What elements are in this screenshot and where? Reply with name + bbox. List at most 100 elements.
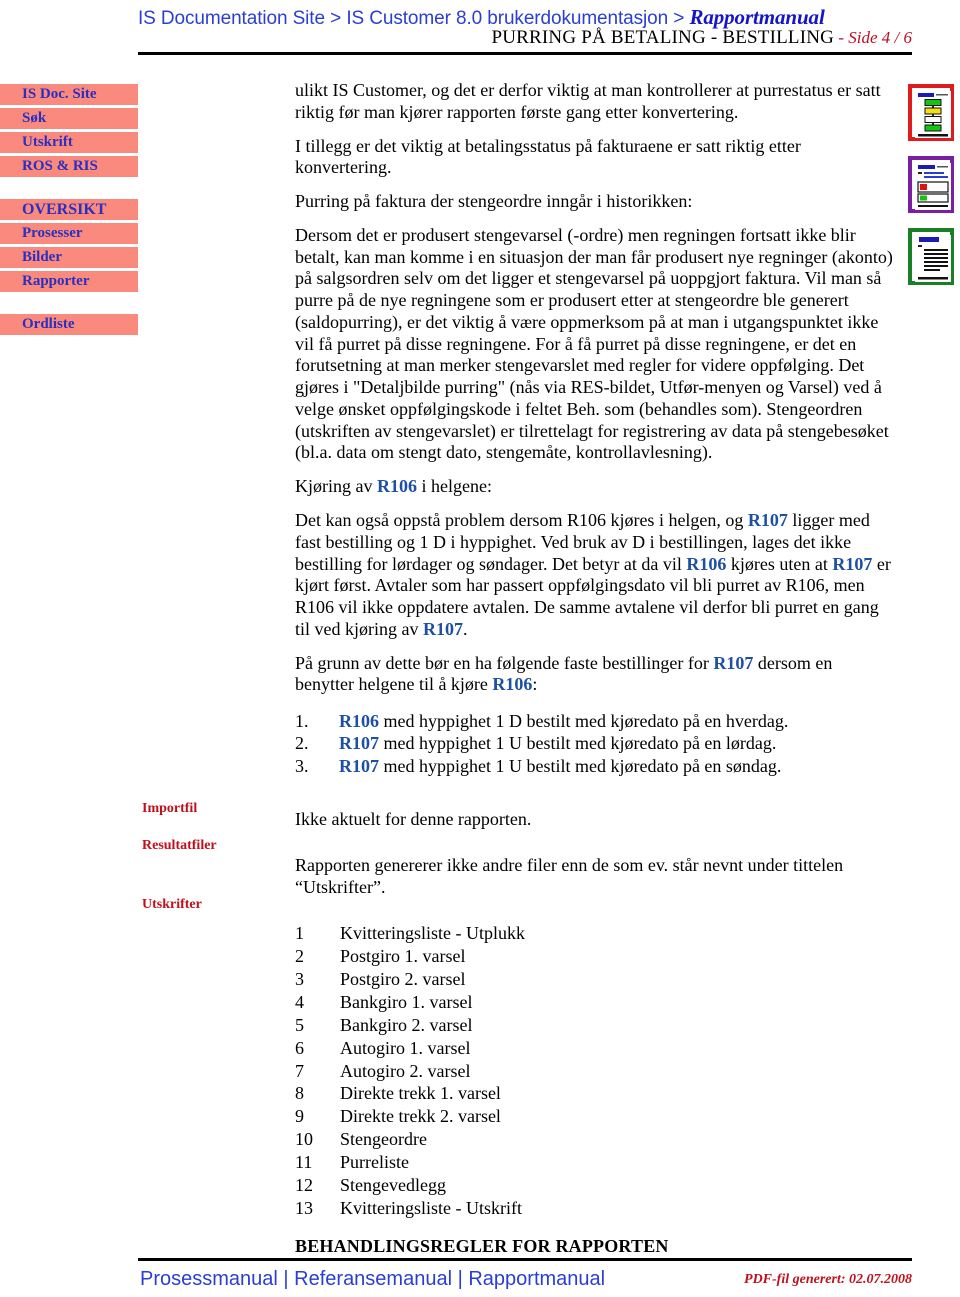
breadcrumb-separator-2: >	[668, 8, 690, 29]
paragraph-recommendation: På grunn av dette bør en ha følgende fas…	[295, 653, 895, 697]
recommended-orders-list: 1. R106 med hyppighet 1 D bestilt med kjø…	[295, 710, 895, 777]
printouts-list: 1 Kvitteringsliste - Utplukk 2 Postgiro 1.…	[295, 922, 895, 1219]
printout-label: Kvitteringsliste - Utplukk	[340, 923, 525, 944]
pdf-generated-text: PDF-fil generert: 02.07.2008	[744, 1272, 912, 1287]
paragraph-stengevarsel-detail: Dersom det er produsert stengevarsel (-o…	[295, 224, 893, 463]
code-r106-rec: R106	[492, 674, 533, 695]
printout-label: Autogiro 1. varsel	[340, 1037, 471, 1058]
footer-link-prosessmanual[interactable]: Prosessmanual	[140, 1268, 278, 1290]
kjoring-suffix: i helgene:	[416, 476, 492, 497]
list-item: 1 Kvitteringsliste - Utplukk	[295, 922, 895, 945]
sidebar-item-utskrift[interactable]: Utskrift	[0, 132, 138, 153]
breadcrumb-separator-1: >	[324, 8, 347, 29]
page-indicator: - Side 4 / 6	[834, 28, 912, 47]
text-document-icon[interactable]	[908, 228, 954, 285]
list-item: 5 Bankgiro 2. varsel	[295, 1014, 895, 1037]
printout-number: 6	[295, 1037, 304, 1058]
printout-number: 7	[295, 1060, 304, 1081]
paragraph-purring-heading: Purring på faktura der stengeordre inngå…	[295, 191, 693, 212]
list-item-text: med hyppighet 1 U bestilt med kjøredato …	[379, 755, 782, 776]
breadcrumb-item-site[interactable]: IS Documentation Site	[138, 8, 325, 29]
paragraph-resultatfiler-value: Rapporten genererer ikke andre filer enn…	[295, 854, 844, 897]
list-item: 7 Autogiro 2. varsel	[295, 1060, 895, 1083]
paragraph-kjoring-heading: Kjøring av R106 i helgene:	[295, 476, 895, 498]
sidebar-group-gap-1	[0, 180, 138, 199]
footer-separator-2: |	[452, 1268, 469, 1290]
sidebar-item-ros-ris[interactable]: ROS & RIS	[0, 156, 138, 177]
document-title-line: PURRING PÅ BETALING - BESTILLING - Side …	[0, 27, 912, 49]
code-r107-item3: R107	[339, 755, 379, 776]
form-icon-glyph	[915, 163, 951, 210]
weekend-seg-1: Det kan også oppstå problem dersom R106 …	[295, 510, 748, 531]
sidebar-item-rapporter[interactable]: Rapporter	[0, 271, 138, 292]
sidebar-item-is-doc-site[interactable]: IS Doc. Site	[0, 84, 138, 105]
printout-label: Postgiro 1. varsel	[340, 946, 466, 967]
code-r107-1: R107	[747, 510, 788, 531]
main-content: ulikt IS Customer, og det er derfor vikt…	[295, 80, 895, 1257]
printout-number: 12	[295, 1174, 313, 1195]
label-resultatfiler: Resultatfiler	[142, 838, 217, 853]
printout-label: Bankgiro 1. varsel	[340, 991, 473, 1012]
weekend-seg-5: .	[462, 618, 468, 639]
list-item: 11 Purreliste	[295, 1151, 895, 1174]
printout-number: 1	[295, 923, 304, 944]
list-item: 6 Autogiro 1. varsel	[295, 1037, 895, 1060]
printout-number: 2	[295, 946, 304, 967]
printout-label: Stengevedlegg	[340, 1174, 446, 1195]
printout-label: Bankgiro 2. varsel	[340, 1014, 473, 1035]
printout-number: 5	[295, 1014, 304, 1035]
list-item-number: 3.	[295, 755, 309, 776]
breadcrumb-item-customer-doc[interactable]: IS Customer 8.0 brukerdokumentasjon	[346, 8, 668, 29]
sidebar-item-bilder[interactable]: Bilder	[0, 247, 138, 268]
list-item-body: R106 med hyppighet 1 D bestilt med kjøre…	[339, 710, 788, 732]
sidebar-item-sok[interactable]: Søk	[0, 108, 138, 129]
kjoring-prefix: Kjøring av	[295, 476, 377, 497]
list-item: 1. R106 med hyppighet 1 D bestilt med kjø…	[295, 710, 895, 732]
sidebar-group-gap-2	[0, 295, 138, 314]
printout-label: Autogiro 2. varsel	[340, 1060, 471, 1081]
list-item: 9 Direkte trekk 2. varsel	[295, 1105, 895, 1128]
list-item-body: R107 med hyppighet 1 U bestilt med kjøre…	[339, 755, 781, 777]
sidebar-item-ordliste[interactable]: Ordliste	[0, 314, 138, 335]
paragraph-weekend-problem: Det kan også oppstå problem dersom R106 …	[295, 510, 895, 641]
page-header: IS Documentation Site > IS Customer 8.0 …	[0, 0, 960, 58]
list-item: 13 Kvitteringsliste - Utskrift	[295, 1197, 895, 1220]
breadcrumb-item-rapportmanual[interactable]: Rapportmanual	[689, 5, 824, 29]
list-item: 10 Stengeordre	[295, 1128, 895, 1151]
paragraph-importfil-value: Ikke aktuelt for denne rapporten.	[295, 809, 532, 830]
printout-number: 4	[295, 991, 304, 1012]
document-icon-column	[908, 84, 960, 300]
code-r107-4: R107	[422, 618, 463, 639]
footer-link-referansemanual[interactable]: Referansemanual	[294, 1268, 452, 1290]
code-r106-heading: R106	[376, 476, 417, 497]
form-dialog-document-icon[interactable]	[908, 156, 954, 213]
section-heading-behandlingsregler: BEHANDLINGSREGLER FOR RAPPORTEN	[295, 1235, 669, 1256]
code-r107-3: R107	[832, 553, 873, 574]
flowchart-document-icon[interactable]	[908, 84, 954, 141]
code-r106-2: R106	[686, 553, 727, 574]
printout-label: Direkte trekk 2. varsel	[340, 1106, 501, 1127]
printout-number: 3	[295, 969, 304, 990]
printout-number: 11	[295, 1151, 313, 1172]
printout-number: 13	[295, 1197, 313, 1218]
code-r107-item2: R107	[339, 733, 379, 754]
list-item-number: 2.	[295, 733, 309, 754]
list-item: 3 Postgiro 2. varsel	[295, 968, 895, 991]
list-item-text: med hyppighet 1 U bestilt med kjøredato …	[379, 733, 777, 754]
footer-divider	[138, 1258, 912, 1261]
sidebar-item-oversikt[interactable]: OVERSIKT	[0, 199, 138, 220]
printout-label: Purreliste	[340, 1151, 409, 1172]
sidebar-item-prosesser[interactable]: Prosesser	[0, 223, 138, 244]
printout-label: Postgiro 2. varsel	[340, 969, 466, 990]
printout-number: 9	[295, 1106, 304, 1127]
printout-label: Kvitteringsliste - Utskrift	[340, 1197, 522, 1218]
weekend-seg-3: kjøres uten at	[726, 553, 833, 574]
code-r106-item1: R106	[339, 711, 379, 732]
text-document-icon-glyph	[915, 235, 951, 282]
footer-separator-1: |	[277, 1268, 295, 1290]
footer-link-rapportmanual[interactable]: Rapportmanual	[468, 1268, 605, 1290]
list-item: 2. R107 med hyppighet 1 U bestilt med kjø…	[295, 732, 895, 754]
list-item-number: 1.	[295, 711, 309, 732]
paragraph-betalingsstatus: I tillegg er det viktig at betalingsstat…	[295, 135, 801, 178]
footer-links: Prosessmanual | Referansemanual | Rappor…	[140, 1268, 605, 1291]
